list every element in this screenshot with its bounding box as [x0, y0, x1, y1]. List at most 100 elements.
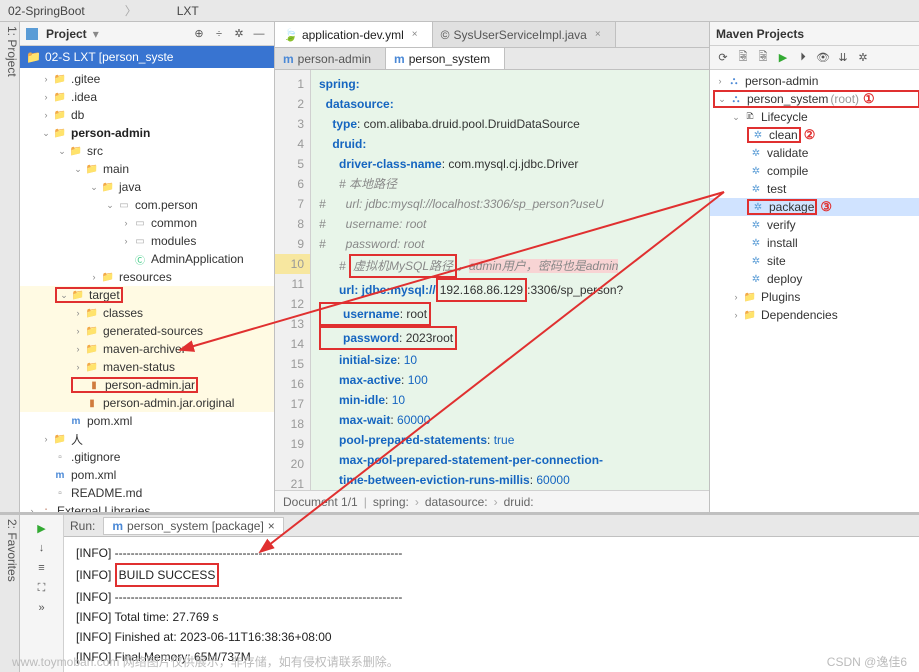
settings-icon[interactable]: ✲	[230, 25, 248, 43]
project-tab-icon[interactable]: 1: Project	[5, 26, 19, 512]
close-icon[interactable]: ×	[268, 519, 275, 533]
line-gutter: 1 2 3 4 5 6 7 8 9 10 11 12 13 14 15 16 1…	[275, 70, 311, 490]
folder-icon: 📁	[84, 360, 100, 374]
maven-install[interactable]: ✲install	[710, 234, 919, 252]
hide-icon[interactable]: —	[250, 25, 268, 43]
app-title-left: 02-SpringBoot	[8, 4, 85, 18]
breadcrumb: Document 1/1 | spring:› datasource:› dru…	[275, 490, 709, 512]
tree-main[interactable]: ⌄📁main	[20, 160, 274, 178]
tree-jar-orig[interactable]: ▮person-admin.jar.original	[20, 394, 274, 412]
refresh-icon[interactable]: ⟳	[714, 49, 732, 67]
file-icon: ▫	[52, 450, 68, 464]
tree-ext-lib[interactable]: ›⛬External Libraries	[20, 502, 274, 512]
tree-src[interactable]: ⌄📁src	[20, 142, 274, 160]
left-gutter-tabs-bottom[interactable]: 2: Favorites Web	[0, 515, 20, 672]
cog-icon: ✲	[748, 236, 764, 250]
project-selection[interactable]: 📁 02-S LXT [person_syste	[20, 46, 274, 68]
rerun-icon[interactable]: ↓	[33, 539, 51, 557]
maven-deps[interactable]: ›📁Dependencies	[710, 306, 919, 324]
add-icon[interactable]: 🗟	[734, 49, 752, 67]
tree-maven-status[interactable]: ›📁maven-status	[20, 358, 274, 376]
collapse-icon[interactable]: ⇊	[834, 49, 852, 67]
cog-icon: ✲	[748, 254, 764, 268]
stop-icon[interactable]: ≡	[33, 559, 51, 577]
subtab-person-admin[interactable]: mperson-admin	[275, 48, 386, 69]
folder-icon: 📁	[742, 308, 758, 322]
file-icon: ▫	[52, 486, 68, 500]
spring-icon: 🍃	[283, 28, 298, 42]
folder-icon: 📁	[100, 180, 116, 194]
folder-icon: 📁	[84, 162, 100, 176]
maven-person-system[interactable]: ⌄⛬person_system (root)①	[710, 90, 919, 108]
tree-db[interactable]: ›📁db	[20, 106, 274, 124]
project-tree[interactable]: ›📁.gitee ›📁.idea ›📁db ⌄📁person-admin ⌄📁s…	[20, 68, 274, 512]
run-tab-package[interactable]: mperson_system [package]×	[103, 517, 283, 535]
maven-site[interactable]: ✲site	[710, 252, 919, 270]
download-icon[interactable]: 🗟	[754, 49, 772, 67]
tree-jar[interactable]: ▮person-admin.jar	[20, 376, 274, 394]
locate-icon[interactable]: ⊕	[190, 25, 208, 43]
folder-icon: 📁	[68, 144, 84, 158]
tree-com-person[interactable]: ⌄▭com.person	[20, 196, 274, 214]
maven-deploy[interactable]: ✲deploy	[710, 270, 919, 288]
cog-icon: ✲	[748, 164, 764, 178]
tree-person-admin[interactable]: ⌄📁person-admin	[20, 124, 274, 142]
maven-icon: m	[112, 519, 123, 533]
maven-clean[interactable]: ✲clean②	[710, 126, 919, 144]
folder-icon: 📁	[70, 288, 86, 302]
tree-java[interactable]: ⌄📁java	[20, 178, 274, 196]
run-icon[interactable]: ▶	[33, 519, 51, 537]
tree-pom1[interactable]: mpom.xml	[20, 412, 274, 430]
package-icon: ▭	[116, 198, 132, 212]
subtab-person-system[interactable]: mperson_system	[386, 48, 505, 69]
maven-lifecycle[interactable]: ⌄🗈Lifecycle	[710, 108, 919, 126]
run-icon[interactable]: ▶	[774, 49, 792, 67]
editor-body[interactable]: 1 2 3 4 5 6 7 8 9 10 11 12 13 14 15 16 1…	[275, 70, 709, 490]
project-header-title: Project	[46, 27, 87, 41]
tree-idea[interactable]: ›📁.idea	[20, 88, 274, 106]
close-icon[interactable]: ×	[412, 29, 418, 40]
tree-gitignore[interactable]: ▫.gitignore	[20, 448, 274, 466]
settings-icon[interactable]: ✲	[854, 49, 872, 67]
execute-icon[interactable]: ⏵	[794, 49, 812, 67]
maven-plugins[interactable]: ›📁Plugins	[710, 288, 919, 306]
folder-icon: 📁	[52, 126, 68, 140]
tree-resources[interactable]: ›📁resources	[20, 268, 274, 286]
filter-icon[interactable]: ⛶	[33, 579, 51, 597]
tree-common[interactable]: ›▭common	[20, 214, 274, 232]
folder-icon: 📁	[26, 50, 41, 64]
code-view[interactable]: spring: datasource: type: com.alibaba.dr…	[311, 70, 709, 490]
maven-verify[interactable]: ✲verify	[710, 216, 919, 234]
tab-application-dev[interactable]: 🍃application-dev.yml×	[275, 22, 433, 47]
tree-person-hidden[interactable]: ›📁人	[20, 430, 274, 448]
collapse-icon[interactable]: ÷	[210, 25, 228, 43]
maven-validate[interactable]: ✲validate	[710, 144, 919, 162]
tree-readme[interactable]: ▫README.md	[20, 484, 274, 502]
folder-icon: 📁	[52, 432, 68, 446]
toggle-icon[interactable]: 👁	[814, 49, 832, 67]
tree-modules[interactable]: ›▭modules	[20, 232, 274, 250]
tree-pom2[interactable]: mpom.xml	[20, 466, 274, 484]
maven-tree[interactable]: ›⛬person-admin ⌄⛬person_system (root)① ⌄…	[710, 70, 919, 512]
tree-admin-app[interactable]: ⒸAdminApplication	[20, 250, 274, 268]
tab-sysuser[interactable]: ©SysUserServiceImpl.java×	[433, 22, 616, 47]
folder-icon: 📁	[84, 342, 100, 356]
tree-target[interactable]: ⌄📁target	[20, 286, 274, 304]
console-output[interactable]: [INFO] ---------------------------------…	[64, 537, 919, 672]
jar-icon: ▮	[86, 378, 102, 392]
tree-gitee[interactable]: ›📁.gitee	[20, 70, 274, 88]
package-icon: ▭	[132, 234, 148, 248]
tree-classes[interactable]: ›📁classes	[20, 304, 274, 322]
tree-gen-src[interactable]: ›📁generated-sources	[20, 322, 274, 340]
maven-test[interactable]: ✲test	[710, 180, 919, 198]
project-header: Project ▾ ⊕ ÷ ✲ —	[20, 22, 274, 46]
maven-icon: m	[52, 468, 68, 482]
maven-person-admin[interactable]: ›⛬person-admin	[710, 72, 919, 90]
maven-package[interactable]: ✲package③	[710, 198, 919, 216]
left-gutter-tabs[interactable]: 1: Project	[0, 22, 20, 512]
close-icon[interactable]: ×	[595, 29, 601, 40]
tree-maven-arch[interactable]: ›📁maven-archiver	[20, 340, 274, 358]
editor-area: 🍃application-dev.yml× ©SysUserServiceImp…	[275, 22, 709, 512]
more-icon[interactable]: »	[33, 599, 51, 617]
maven-compile[interactable]: ✲compile	[710, 162, 919, 180]
